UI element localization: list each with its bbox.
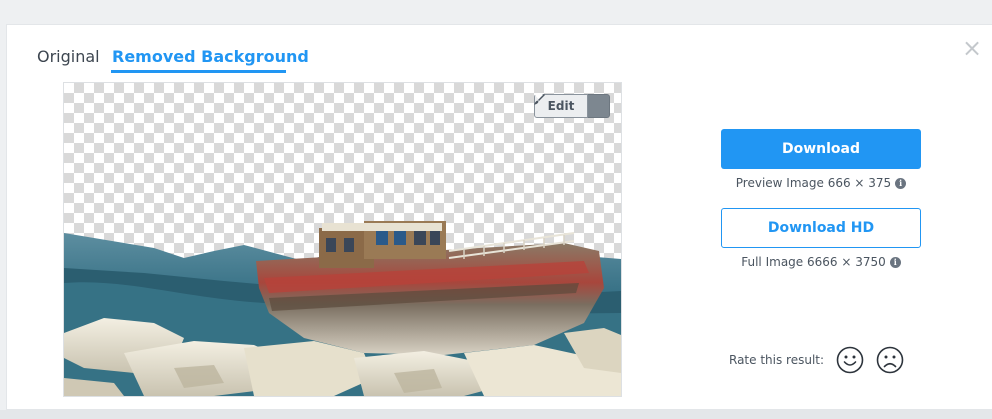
page-footer-strip [0, 410, 992, 419]
rating-label: Rate this result: [729, 353, 825, 367]
result-card: Original Removed Background × Edit Downl… [6, 24, 992, 410]
download-button[interactable]: Download [721, 129, 921, 169]
frown-icon[interactable] [876, 346, 904, 374]
edit-group: Edit [534, 94, 610, 118]
close-icon[interactable]: × [962, 36, 982, 60]
preview-size-info: Preview Image 666 × 375 i [721, 176, 921, 190]
tab-removed-background[interactable]: Removed Background [112, 47, 309, 67]
rating-section: Rate this result: [729, 345, 904, 375]
download-hd-button[interactable]: Download HD [721, 208, 921, 248]
active-tab-indicator [111, 70, 286, 73]
info-icon[interactable]: i [895, 177, 907, 189]
full-size-text: Full Image 6666 × 3750 [741, 255, 886, 269]
info-icon[interactable]: i [889, 256, 901, 268]
preview-image: Edit [63, 82, 622, 397]
smile-icon[interactable] [836, 346, 864, 374]
tab-original[interactable]: Original [37, 47, 100, 67]
caret-down-icon [534, 94, 543, 99]
edit-label: Edit [547, 99, 575, 113]
preview-size-text: Preview Image 666 × 375 [735, 176, 892, 190]
boat-cutout-image [64, 221, 621, 396]
edit-dropdown-toggle[interactable] [534, 94, 610, 118]
full-size-info: Full Image 6666 × 3750 i [721, 255, 921, 269]
